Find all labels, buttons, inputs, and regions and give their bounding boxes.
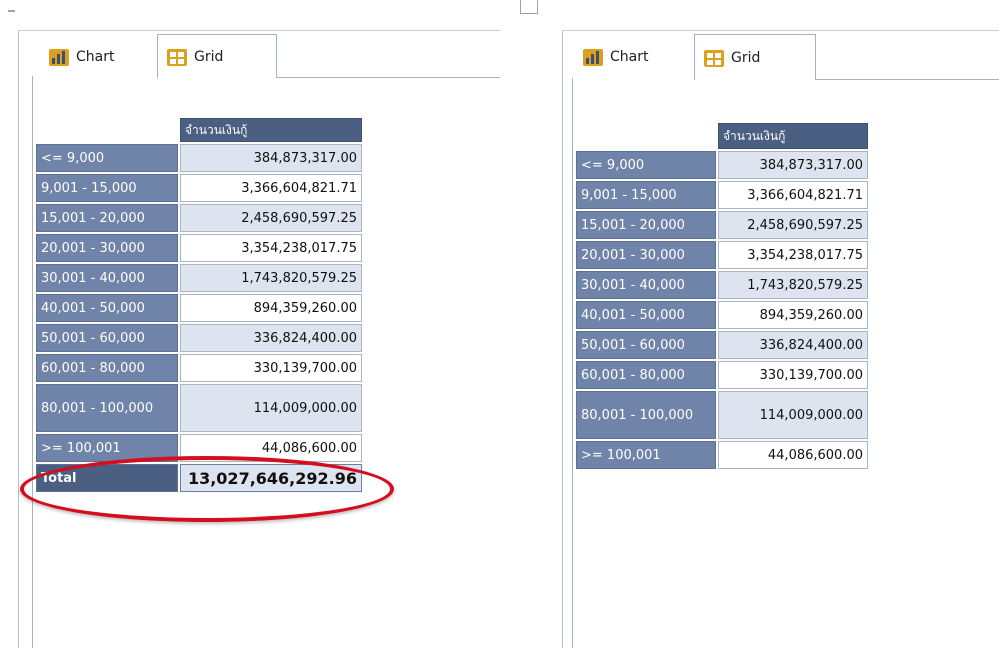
table-row: 9,001 - 15,000 3,366,604,821.71 <box>36 174 362 202</box>
table-row: 80,001 - 100,000 114,009,000.00 <box>576 391 868 439</box>
table-row: 30,001 - 40,000 1,743,820,579.25 <box>36 264 362 292</box>
tab-chart[interactable]: Chart <box>40 36 160 78</box>
row-label: 80,001 - 100,000 <box>36 384 178 432</box>
table-row: 60,001 - 80,000 330,139,700.00 <box>36 354 362 382</box>
table-row: >= 100,001 44,086,600.00 <box>576 441 868 469</box>
table-row: <= 9,000 384,873,317.00 <box>576 151 868 179</box>
tab-strip-line <box>277 77 500 78</box>
row-value: 894,359,260.00 <box>180 294 362 322</box>
row-label: 20,001 - 30,000 <box>576 241 716 269</box>
table-row: 20,001 - 30,000 3,354,238,017.75 <box>36 234 362 262</box>
grid-icon <box>166 47 188 67</box>
row-value: 2,458,690,597.25 <box>718 211 868 239</box>
row-value: 44,086,600.00 <box>718 441 868 469</box>
table-row: 60,001 - 80,000 330,139,700.00 <box>576 361 868 389</box>
left-edge-artifact <box>8 10 15 12</box>
row-label: <= 9,000 <box>36 144 178 172</box>
table-row: 15,001 - 20,000 2,458,690,597.25 <box>576 211 868 239</box>
row-label: 15,001 - 20,000 <box>36 204 178 232</box>
table-row: 9,001 - 15,000 3,366,604,821.71 <box>576 181 868 209</box>
row-label: 40,001 - 50,000 <box>576 301 716 329</box>
tab-grid[interactable]: Grid <box>694 34 816 80</box>
row-value: 114,009,000.00 <box>180 384 362 432</box>
tab-grid[interactable]: Grid <box>157 34 277 78</box>
grid-corner <box>576 123 716 149</box>
table-row: 20,001 - 30,000 3,354,238,017.75 <box>576 241 868 269</box>
left-data-grid: จำนวนเงินกู้ <= 9,000 384,873,317.00 9,00… <box>34 116 364 494</box>
row-value: 3,354,238,017.75 <box>180 234 362 262</box>
row-label: 9,001 - 15,000 <box>576 181 716 209</box>
row-value: 894,359,260.00 <box>718 301 868 329</box>
tab-grid-label: Grid <box>731 49 761 66</box>
tab-chart[interactable]: Chart <box>574 36 694 78</box>
panel-resize-handle[interactable] <box>520 0 538 14</box>
row-label: 60,001 - 80,000 <box>36 354 178 382</box>
row-value: 384,873,317.00 <box>180 144 362 172</box>
left-panel: Chart Grid จำนวนเงินกู้ <= 9,000 384,873,… <box>18 0 518 648</box>
grid-corner <box>36 118 178 142</box>
row-label: 9,001 - 15,000 <box>36 174 178 202</box>
row-label: 50,001 - 60,000 <box>576 331 716 359</box>
row-value: 2,458,690,597.25 <box>180 204 362 232</box>
chart-icon <box>582 47 604 67</box>
right-data-grid: จำนวนเงินกู้ <= 9,000 384,873,317.00 9,00… <box>574 121 870 471</box>
tab-grid-label: Grid <box>194 48 224 65</box>
total-highlight-ellipse <box>20 456 394 522</box>
table-row: 40,001 - 50,000 894,359,260.00 <box>576 301 868 329</box>
grid-icon <box>703 48 725 68</box>
row-label: 60,001 - 80,000 <box>576 361 716 389</box>
measure-header: จำนวนเงินกู้ <box>180 118 362 142</box>
row-value: 330,139,700.00 <box>180 354 362 382</box>
row-value: 330,139,700.00 <box>718 361 868 389</box>
row-value: 1,743,820,579.25 <box>718 271 868 299</box>
right-panel: Chart Grid จำนวนเงินกู้ <= 9,000 384,873,… <box>562 0 999 648</box>
row-value: 336,824,400.00 <box>718 331 868 359</box>
row-value: 336,824,400.00 <box>180 324 362 352</box>
tab-chart-label: Chart <box>76 49 115 65</box>
measure-header: จำนวนเงินกู้ <box>718 123 868 149</box>
row-label: 80,001 - 100,000 <box>576 391 716 439</box>
row-label: <= 9,000 <box>576 151 716 179</box>
row-label: 50,001 - 60,000 <box>36 324 178 352</box>
row-value: 3,366,604,821.71 <box>180 174 362 202</box>
row-value: 1,743,820,579.25 <box>180 264 362 292</box>
row-label: 30,001 - 40,000 <box>36 264 178 292</box>
row-value: 3,354,238,017.75 <box>718 241 868 269</box>
table-row: 80,001 - 100,000 114,009,000.00 <box>36 384 362 432</box>
row-label: 15,001 - 20,000 <box>576 211 716 239</box>
row-label: 30,001 - 40,000 <box>576 271 716 299</box>
row-label: >= 100,001 <box>576 441 716 469</box>
table-row: 50,001 - 60,000 336,824,400.00 <box>36 324 362 352</box>
row-label: 40,001 - 50,000 <box>36 294 178 322</box>
row-label: 20,001 - 30,000 <box>36 234 178 262</box>
row-value: 384,873,317.00 <box>718 151 868 179</box>
row-value: 114,009,000.00 <box>718 391 868 439</box>
table-row: 50,001 - 60,000 336,824,400.00 <box>576 331 868 359</box>
chart-icon <box>48 47 70 67</box>
row-value: 3,366,604,821.71 <box>718 181 868 209</box>
table-row: 15,001 - 20,000 2,458,690,597.25 <box>36 204 362 232</box>
tab-chart-label: Chart <box>610 49 649 65</box>
table-row: 30,001 - 40,000 1,743,820,579.25 <box>576 271 868 299</box>
table-row: <= 9,000 384,873,317.00 <box>36 144 362 172</box>
table-row: 40,001 - 50,000 894,359,260.00 <box>36 294 362 322</box>
tab-strip-line <box>816 79 999 80</box>
